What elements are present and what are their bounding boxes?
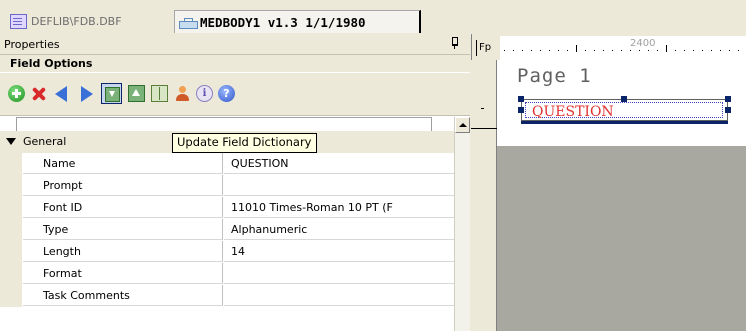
tab-label: DEFLIB\FDB.DBF	[31, 14, 122, 28]
person-icon[interactable]	[174, 85, 191, 102]
property-name: Length	[23, 241, 223, 262]
property-row[interactable]: Type Alphanumeric	[0, 219, 454, 241]
ruler-tick	[481, 108, 484, 109]
tooltip: Update Field Dictionary	[172, 133, 317, 153]
fp-label: Fp	[479, 42, 492, 53]
add-icon[interactable]	[8, 85, 25, 102]
canvas-background	[497, 146, 746, 331]
horizontal-ruler: 2400	[500, 36, 746, 60]
tab-medbody1[interactable]: MEDBODY1 v1.3 1/1/1980	[174, 10, 421, 33]
property-row[interactable]: Font ID 11010 Times-Roman 10 PT (F	[0, 197, 454, 219]
property-name: Name	[23, 153, 223, 174]
tab-deflib-fdb[interactable]: DEFLIB\FDB.DBF	[6, 10, 128, 32]
group-label: General	[23, 135, 67, 148]
row-gutter	[0, 263, 22, 285]
property-value[interactable]: QUESTION	[224, 153, 454, 174]
property-name: Task Comments	[23, 285, 223, 306]
properties-panel: Properties Field Options i ? General Nam…	[0, 34, 470, 331]
collapse-triangle-icon[interactable]	[6, 138, 16, 145]
properties-title: Properties	[4, 38, 60, 51]
ruler-number: 2400	[630, 38, 656, 49]
delete-icon[interactable]	[30, 85, 47, 102]
property-row[interactable]: Length 14	[0, 241, 454, 263]
property-selector[interactable]	[16, 117, 432, 132]
field-options-header: Field Options	[0, 55, 470, 72]
resize-handle[interactable]	[725, 96, 731, 102]
next-icon[interactable]	[81, 86, 93, 102]
table-icon	[10, 13, 27, 29]
property-value[interactable]	[224, 175, 454, 196]
property-row[interactable]: Prompt	[0, 175, 454, 197]
layout-designer: Fp 2400 Page 1 QUESTION	[471, 34, 746, 331]
property-value[interactable]	[224, 285, 454, 306]
row-gutter	[0, 197, 22, 219]
separator	[476, 40, 477, 56]
field-options-toolbar: i ?	[0, 73, 470, 116]
resize-handle[interactable]	[518, 107, 524, 113]
property-name: Prompt	[23, 175, 223, 196]
selected-field[interactable]: QUESTION	[518, 96, 731, 124]
property-row[interactable]: Task Comments	[0, 285, 454, 307]
ruler-tick	[576, 45, 577, 52]
properties-titlebar: Properties	[0, 34, 470, 55]
row-gutter	[0, 241, 22, 263]
previous-icon[interactable]	[55, 86, 67, 102]
property-row[interactable]: Name QUESTION	[0, 153, 454, 175]
resize-handle[interactable]	[725, 107, 731, 113]
page-title: Page 1	[517, 65, 592, 87]
field-underline	[521, 121, 728, 124]
ruler-line	[471, 128, 497, 129]
property-name: Type	[23, 219, 223, 240]
row-gutter	[0, 175, 22, 197]
document-tabstrip: DEFLIB\FDB.DBF MEDBODY1 v1.3 1/1/1980	[0, 0, 746, 35]
row-gutter	[0, 153, 22, 175]
design-page[interactable]: Page 1 QUESTION	[497, 60, 746, 146]
field-options-title: Field Options	[10, 57, 93, 70]
ruler-tick	[666, 45, 667, 52]
row-gutter	[0, 285, 22, 307]
info-icon[interactable]: i	[196, 85, 213, 102]
property-name: Format	[23, 263, 223, 284]
vertical-ruler	[471, 60, 497, 331]
help-icon[interactable]: ?	[218, 85, 235, 102]
ruler-dots	[504, 50, 746, 51]
designer-ruler-bar: Fp 2400	[471, 34, 746, 60]
property-value[interactable]: 14	[224, 241, 454, 262]
layout-icon	[179, 16, 198, 29]
tab-label: MEDBODY1 v1.3 1/1/1980	[200, 14, 366, 30]
resize-handle[interactable]	[621, 96, 627, 102]
property-grid-scrollbar[interactable]	[454, 117, 470, 331]
row-gutter	[0, 219, 22, 241]
property-value[interactable]	[224, 263, 454, 284]
pin-icon[interactable]	[450, 37, 459, 49]
resize-handle[interactable]	[518, 96, 524, 102]
scroll-up-icon[interactable]	[455, 117, 470, 133]
book-icon[interactable]	[151, 85, 168, 102]
property-value[interactable]: 11010 Times-Roman 10 PT (F	[224, 197, 454, 218]
property-row[interactable]: Format	[0, 263, 454, 285]
property-name: Font ID	[23, 197, 223, 218]
property-value[interactable]: Alphanumeric	[224, 219, 454, 240]
export-icon[interactable]	[128, 85, 145, 102]
update-field-dictionary-icon[interactable]	[101, 83, 122, 104]
field-text: QUESTION	[532, 104, 614, 120]
